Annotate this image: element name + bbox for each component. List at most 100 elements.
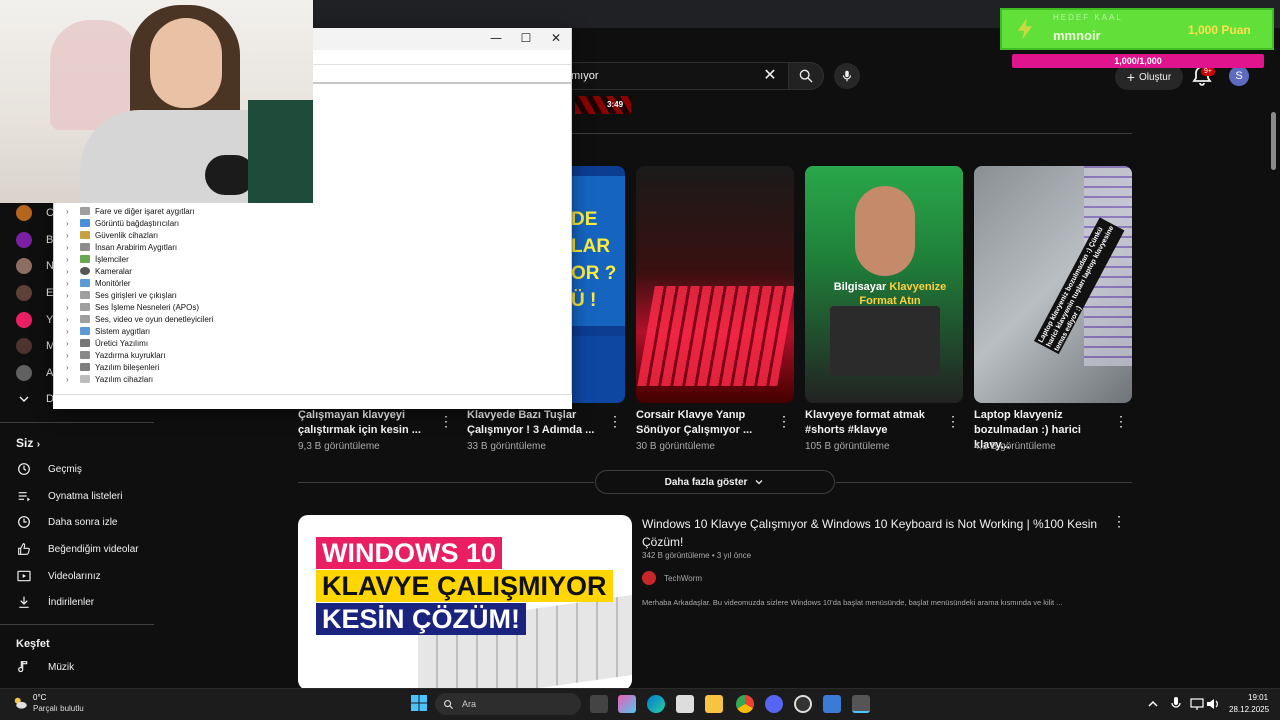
short-title[interactable]: Corsair Klavye Yanıp Sönüyor Çalışmıyor …	[636, 408, 776, 438]
expand-chevron-icon[interactable]: ›	[66, 315, 80, 324]
expand-chevron-icon[interactable]: ›	[66, 279, 80, 288]
discord-icon[interactable]	[765, 695, 783, 713]
device-category[interactable]: › Fare ve diğer işaret aygıtları	[66, 205, 366, 217]
device-category[interactable]: › Kameralar	[66, 265, 366, 277]
more-options-icon[interactable]: ⋮	[1112, 513, 1126, 530]
close-icon[interactable]: ✕	[546, 30, 566, 46]
audio-io-icon	[80, 291, 90, 299]
device-category[interactable]: › Üretici Yazılımı	[66, 337, 366, 349]
expand-chevron-icon[interactable]: ›	[66, 255, 80, 264]
printer-icon	[80, 351, 90, 359]
video-description: Merhaba Arkadaşlar. Bu videomuzda sizler…	[642, 598, 1063, 607]
short-thumb-line: LAR	[571, 236, 611, 257]
security-device-icon	[80, 231, 90, 239]
explore-section-header: Keşfet	[16, 638, 50, 650]
expand-chevron-icon[interactable]: ›	[66, 267, 80, 276]
expand-chevron-icon[interactable]: ›	[66, 303, 80, 312]
video-title[interactable]: Windows 10 Klavye Çalışmıyor & Windows 1…	[642, 515, 1102, 551]
obs-icon[interactable]	[794, 695, 812, 713]
windows-start-icon[interactable]	[411, 695, 427, 711]
short-thumbnail[interactable]: Bilgisayar Klavyenize Format Atın	[805, 166, 963, 403]
short-title[interactable]: Çalışmayan klavyeyi çalıştırmak için kes…	[298, 408, 438, 438]
expand-chevron-icon[interactable]: ›	[66, 339, 80, 348]
device-category[interactable]: › Ses İşleme Nesneleri (APOs)	[66, 301, 366, 313]
expand-chevron-icon[interactable]: ›	[66, 351, 80, 360]
clock-date[interactable]: 28.12.2025	[1229, 705, 1269, 714]
short-thumb-caption-part: Format Atın	[859, 295, 921, 307]
video-thumbnail[interactable]: WINDOWS 10 KLAVYE ÇALIŞMIYOR KESİN ÇÖZÜM…	[298, 515, 632, 690]
sidebar-item-downloads[interactable]: İndirilenler	[16, 592, 94, 612]
expand-chevron-icon[interactable]: ›	[66, 219, 80, 228]
short-thumbnail[interactable]	[636, 166, 794, 403]
device-category[interactable]: › Yazdırma kuyrukları	[66, 349, 366, 361]
more-options-icon[interactable]: ⋮	[1114, 413, 1128, 430]
copilot-icon[interactable]	[618, 695, 636, 713]
show-more-button[interactable]: Daha fazla göster	[595, 470, 835, 494]
sidebar-item-history[interactable]: Geçmiş	[16, 459, 82, 479]
device-category[interactable]: › Sistem aygıtları	[66, 325, 366, 337]
expand-chevron-icon[interactable]: ›	[66, 291, 80, 300]
short-title[interactable]: Klavyede Bazı Tuşlar Çalışmıyor ! 3 Adım…	[467, 408, 607, 438]
device-manager-taskbar-icon[interactable]	[852, 695, 870, 713]
expand-chevron-icon[interactable]: ›	[66, 243, 80, 252]
task-view-icon[interactable]	[590, 695, 608, 713]
short-thumb-caption: DE LAR OR ? Ü !	[571, 206, 616, 314]
short-thumb-line: DE	[571, 209, 598, 230]
you-section-header[interactable]: Siz ›	[16, 436, 40, 450]
short-thumbnail[interactable]: Laptop klavyeniz bozulmadan :) Çünkü har…	[974, 166, 1132, 403]
minimize-icon[interactable]: —	[486, 30, 506, 46]
clear-search-icon[interactable]: ✕	[760, 66, 780, 86]
device-category[interactable]: › Görüntü bağdaştırıcıları	[66, 217, 366, 229]
search-button[interactable]	[788, 62, 824, 90]
sidebar-item-watch-later[interactable]: Daha sonra izle	[16, 512, 117, 532]
volume-icon[interactable]	[1206, 697, 1220, 711]
chevron-down-icon	[19, 396, 29, 402]
device-category[interactable]: › Ses girişleri ve çıkışları	[66, 289, 366, 301]
expand-chevron-icon[interactable]: ›	[66, 363, 80, 372]
chrome-icon[interactable]	[736, 695, 754, 713]
search-input[interactable]: mıyor	[560, 62, 788, 90]
sidebar-item-your-videos[interactable]: Videolarınız	[16, 566, 101, 586]
device-category[interactable]: › Monitörler	[66, 277, 366, 289]
weather-icon[interactable]	[11, 694, 29, 712]
file-explorer-icon[interactable]	[705, 695, 723, 713]
taskbar-search[interactable]: Ara	[435, 693, 581, 715]
more-options-icon[interactable]: ⋮	[439, 413, 453, 430]
sidebar-item-label: Oynatma listeleri	[48, 490, 123, 502]
more-options-icon[interactable]: ⋮	[777, 413, 791, 430]
store-icon[interactable]	[676, 695, 694, 713]
microphone-icon[interactable]	[1170, 697, 1182, 711]
device-category[interactable]: › Yazılım cihazları	[66, 373, 366, 385]
network-icon[interactable]	[1190, 697, 1204, 711]
edge-icon[interactable]	[647, 695, 665, 713]
sidebar-item-playlists[interactable]: Oynatma listeleri	[16, 486, 122, 506]
sidebar-item-music[interactable]: Müzik	[16, 657, 74, 677]
device-category[interactable]: › Yazılım bileşenleri	[66, 361, 366, 373]
device-category[interactable]: › İnsan Arabirim Aygıtları	[66, 241, 366, 253]
device-category[interactable]: › İşlemciler	[66, 253, 366, 265]
channel-link[interactable]: TechWorm	[642, 571, 702, 585]
expand-chevron-icon[interactable]: ›	[66, 231, 80, 240]
expand-chevron-icon[interactable]: ›	[66, 375, 80, 384]
voice-search-button[interactable]	[834, 63, 860, 89]
short-title[interactable]: Klavyeye format atmak #shorts #klavye	[805, 408, 945, 438]
device-category[interactable]: › Güvenlik cihazları	[66, 229, 366, 241]
scrollbar-thumb[interactable]	[1271, 112, 1276, 170]
expand-chevron-icon[interactable]: ›	[66, 207, 80, 216]
clock-time[interactable]: 19:01	[1248, 693, 1268, 702]
device-category[interactable]: › Ses, video ve oyun denetleyicileri	[66, 313, 366, 325]
software-device-icon	[80, 375, 90, 383]
sidebar-item-liked-videos[interactable]: Beğendiğim videolar	[16, 539, 139, 559]
app-window-icon[interactable]	[823, 695, 841, 713]
more-options-icon[interactable]: ⋮	[608, 413, 622, 430]
device-tree: › Fare ve diğer işaret aygıtları › Görüntü…	[66, 205, 366, 385]
more-options-icon[interactable]: ⋮	[946, 413, 960, 430]
expand-chevron-icon[interactable]: ›	[66, 327, 80, 336]
short-thumb-art	[855, 186, 915, 276]
account-avatar[interactable]: S	[1229, 66, 1249, 86]
sidebar-item-label: Müzik	[48, 661, 75, 673]
maximize-icon[interactable]: ☐	[516, 30, 536, 46]
scrollbar[interactable]	[1268, 98, 1280, 688]
display-adapter-icon	[80, 219, 90, 227]
chevron-up-icon[interactable]	[1148, 699, 1158, 709]
